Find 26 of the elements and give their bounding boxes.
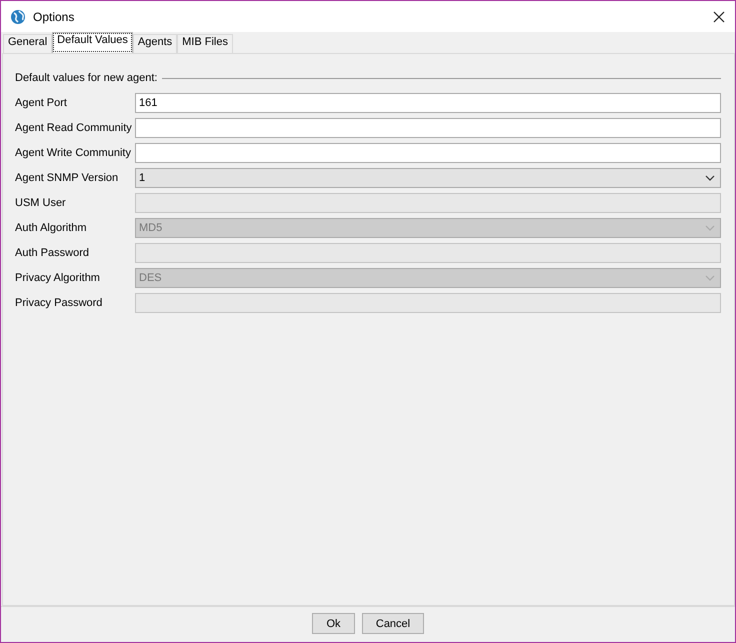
dropdown[interactable]: 1 (135, 168, 721, 188)
globe-icon (10, 8, 26, 24)
field-label: Privacy Algorithm (15, 272, 101, 284)
field-label: Auth Algorithm (15, 222, 88, 234)
input-field[interactable] (135, 118, 721, 138)
chevron-down-icon (705, 225, 715, 231)
tab[interactable]: Agents (132, 34, 178, 53)
chevron-down-icon (705, 175, 715, 181)
section-title: Default values for new agent: (15, 72, 158, 84)
window-title: Options (33, 10, 74, 24)
field-label: Agent Write Community (15, 147, 132, 159)
field-label: Agent Read Community (15, 122, 133, 134)
chevron-down-icon (705, 275, 715, 281)
field-label: Privacy Password (15, 297, 104, 309)
input-field[interactable] (135, 143, 721, 163)
field-label: Agent SNMP Version (15, 172, 120, 184)
tab[interactable]: Default Values (52, 32, 133, 53)
field-label: USM User (15, 197, 67, 209)
field-label: Auth Password (15, 247, 90, 259)
tab[interactable]: MIB Files (177, 34, 233, 53)
close-icon[interactable] (713, 10, 725, 22)
dialog-button[interactable]: Ok (312, 613, 355, 634)
tab[interactable]: General (3, 34, 52, 53)
input-field[interactable]: 161 (135, 93, 721, 113)
field-label: Agent Port (15, 97, 68, 109)
dialog-button[interactable]: Cancel (362, 613, 424, 634)
